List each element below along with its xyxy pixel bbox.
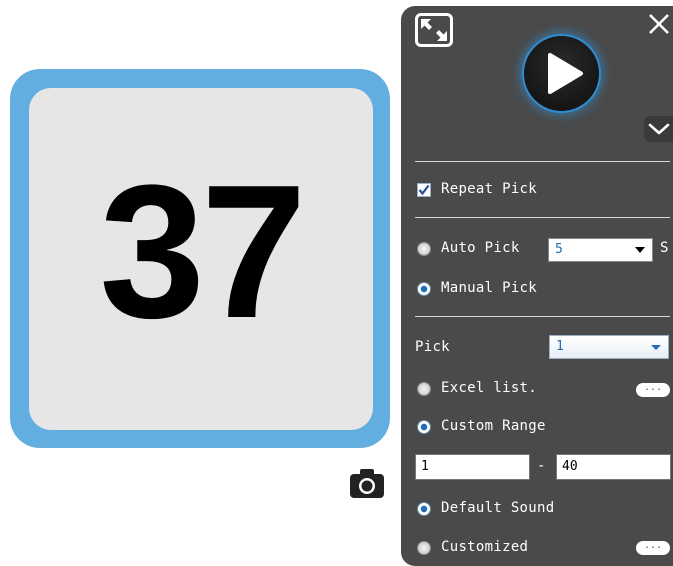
control-panel: Repeat Pick Auto Pick 5 S Manual Pick Pi… — [401, 6, 673, 566]
auto-pick-radio[interactable] — [417, 242, 431, 256]
repeat-pick-checkbox[interactable] — [417, 183, 431, 197]
customized-sound-radio[interactable] — [417, 541, 431, 555]
custom-range-radio[interactable] — [417, 420, 431, 434]
close-icon — [649, 14, 669, 34]
picked-number: 37 — [99, 146, 306, 358]
checkmark-icon — [418, 184, 430, 196]
camera-icon — [350, 469, 384, 498]
auto-pick-label: Auto Pick — [441, 240, 520, 256]
pick-count-value: 1 — [556, 339, 564, 354]
repeat-pick-label: Repeat Pick — [441, 181, 538, 197]
close-button[interactable] — [647, 12, 671, 36]
pick-count-select[interactable]: 1 — [549, 335, 669, 359]
pick-count-label: Pick — [415, 339, 450, 355]
camera-button[interactable] — [350, 468, 384, 498]
dropdown-arrow-icon — [635, 247, 645, 253]
default-sound-label: Default Sound — [441, 500, 555, 516]
divider — [415, 217, 670, 218]
excel-list-label: Excel list. — [441, 380, 538, 396]
expand-arrows-icon — [421, 19, 447, 41]
custom-range-label: Custom Range — [441, 418, 546, 434]
play-button[interactable] — [524, 36, 599, 111]
excel-list-browse-button[interactable]: ... — [636, 383, 670, 397]
manual-pick-label: Manual Pick — [441, 280, 538, 296]
excel-list-radio[interactable] — [417, 382, 431, 396]
chevron-down-icon — [648, 123, 670, 135]
divider — [415, 161, 670, 162]
range-from-input[interactable]: 1 — [415, 454, 530, 480]
customized-sound-label: Customized — [441, 539, 529, 555]
auto-pick-interval-select[interactable]: 5 — [548, 238, 653, 262]
divider — [415, 316, 670, 317]
play-icon — [548, 53, 583, 94]
range-dash: - — [537, 458, 546, 474]
auto-pick-unit: S — [660, 240, 669, 256]
manual-pick-radio[interactable] — [417, 282, 431, 296]
collapse-button[interactable] — [644, 116, 673, 142]
customized-sound-browse-button[interactable]: ... — [636, 541, 670, 555]
default-sound-radio[interactable] — [417, 502, 431, 516]
fullscreen-button[interactable] — [415, 13, 453, 47]
range-to-input[interactable]: 40 — [556, 454, 671, 480]
dropdown-arrow-icon — [651, 345, 661, 350]
number-card-face: 37 — [29, 88, 373, 430]
auto-pick-interval-value: 5 — [555, 242, 563, 257]
number-card: 37 — [10, 69, 390, 448]
